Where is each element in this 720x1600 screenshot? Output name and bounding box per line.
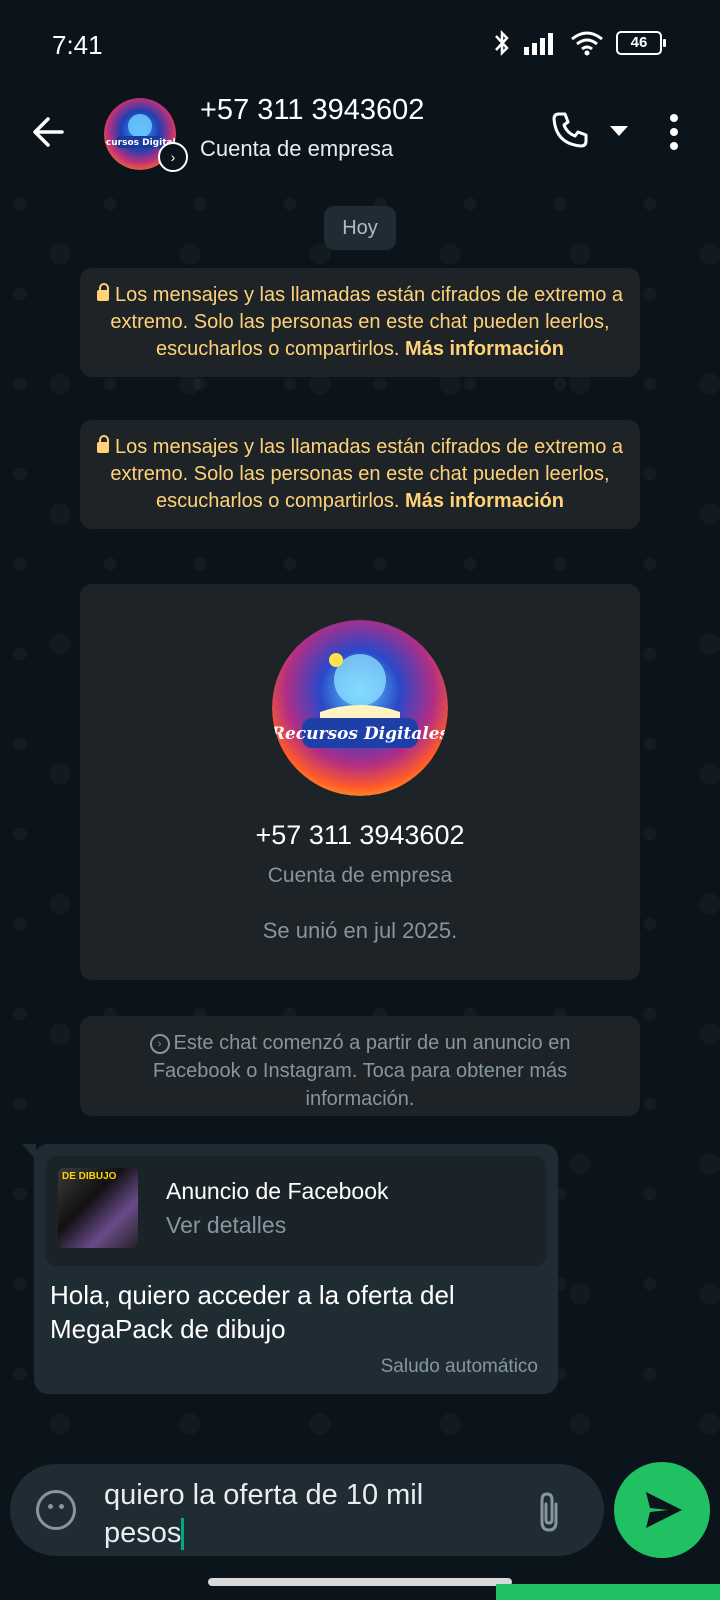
status-bar: 7:41 46 [0, 0, 720, 88]
home-gesture-bar[interactable] [208, 1578, 512, 1586]
send-button[interactable] [614, 1462, 710, 1558]
chat-header: Recursos Digitales › +57 311 3943602 Cue… [0, 88, 720, 184]
encryption-notice[interactable]: Los mensajes y las llamadas están cifrad… [80, 420, 640, 529]
incoming-message[interactable]: DE DIBUJO Anuncio de Facebook Ver detall… [22, 1144, 558, 1394]
contact-name[interactable]: +57 311 3943602 [200, 94, 424, 127]
profile-subtitle: Cuenta de empresa [267, 864, 453, 887]
ad-details-link[interactable]: Ver detalles [166, 1212, 286, 1239]
message-text: Hola, quiero acceder a la oferta del Meg… [50, 1280, 455, 1344]
send-icon [646, 1492, 682, 1528]
ad-origin-notice[interactable]: › Este chat comenzó a partir de un anunci… [80, 1016, 640, 1116]
text-cursor [181, 1518, 185, 1551]
profile-joined-date: Se unió en jul 2025. [262, 918, 458, 943]
bluetooth-icon [495, 29, 509, 57]
facebook-ad-preview[interactable]: DE DIBUJO Anuncio de Facebook Ver detall… [46, 1156, 546, 1266]
contact-subtitle[interactable]: Cuenta de empresa [200, 136, 393, 162]
attach-paperclip-icon[interactable] [534, 1490, 564, 1534]
wifi-icon [571, 31, 603, 56]
recursos-digitales-logo: Recursos Digitales [272, 620, 448, 796]
business-profile-card[interactable]: Recursos Digitales +57 311 3943602 Cuent… [80, 584, 640, 980]
back-arrow-icon[interactable] [28, 112, 68, 152]
profile-avatar: Recursos Digitales [272, 620, 448, 796]
status-icons: 46 [492, 28, 666, 58]
phone-call-icon[interactable] [550, 110, 590, 150]
battery-indicator: 46 [616, 31, 666, 55]
ad-origin-text: Este chat comenzó a partir de un anuncio… [152, 1032, 571, 1110]
more-options-icon[interactable] [666, 112, 682, 152]
svg-text:Recursos Digitales: Recursos Digitales [272, 724, 448, 744]
more-info-link[interactable]: Más información [405, 490, 564, 512]
date-chip: Hoy [324, 206, 396, 250]
chat-area: Hoy Los mensajes y las llamadas están ci… [0, 184, 720, 1450]
status-time: 7:41 [52, 30, 103, 60]
ad-preview-title: Anuncio de Facebook [166, 1178, 389, 1204]
corner-indicator [496, 1584, 720, 1600]
sticker-emoji-icon[interactable] [36, 1490, 76, 1530]
profile-number: +57 311 3943602 [255, 820, 465, 850]
ad-thumbnail: DE DIBUJO [58, 1168, 138, 1248]
business-badge-icon: › [158, 142, 188, 172]
message-composer: quiero la oferta de 10 mil pesos [10, 1464, 604, 1556]
message-meta: Saludo automático [380, 1356, 538, 1377]
lock-icon [96, 283, 109, 301]
lock-icon [96, 435, 109, 453]
message-input[interactable]: quiero la oferta de 10 mil pesos [104, 1476, 504, 1552]
encryption-notice[interactable]: Los mensajes y las llamadas están cifrad… [80, 268, 640, 377]
info-icon: › [149, 1033, 170, 1054]
signal-icon [524, 33, 553, 55]
more-info-link[interactable]: Más información [405, 338, 564, 360]
chevron-down-icon[interactable] [610, 126, 628, 136]
